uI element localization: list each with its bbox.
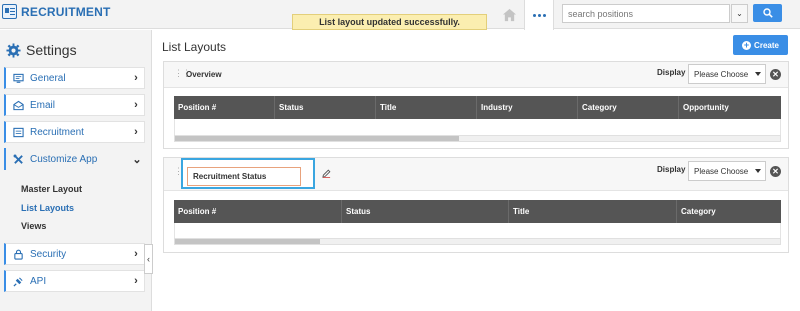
sidebar-item-customize-app[interactable]: Customize App ⌄ [4, 148, 145, 170]
chevron-right-icon: › [134, 248, 138, 260]
panel-header: ⋮⋮ Overview Display Please Choose ✕ [164, 62, 788, 88]
column-header: Opportunity [683, 103, 729, 112]
settings-heading: Settings [6, 42, 77, 58]
sidebar-item-general[interactable]: General › [4, 67, 145, 89]
chevron-right-icon: › [134, 126, 138, 138]
search-icon [762, 8, 773, 18]
table-header: Position # Status Title Category [174, 200, 781, 223]
plus-icon: + [742, 39, 752, 50]
layout-name-editor [181, 158, 331, 189]
display-label: Display [657, 165, 686, 174]
create-button[interactable]: + Create [733, 35, 788, 55]
horizontal-scrollbar[interactable] [174, 135, 781, 142]
remove-icon[interactable]: ✕ [770, 69, 781, 80]
home-icon [502, 8, 516, 21]
sidebar-item-label: General [30, 72, 66, 84]
display-select-value: Please Choose [694, 69, 749, 79]
list-layout-panel-recruitment-status: ⋮⋮ Display Please Choose ✕ Position # St… [163, 157, 789, 253]
column-header: Position # [174, 200, 342, 223]
display-select[interactable]: Please Choose [688, 64, 766, 84]
sidebar: Settings General › Email › Recruitment ›… [0, 30, 152, 311]
display-label: Display [657, 68, 686, 77]
sidebar-item-label: Recruitment [30, 126, 84, 138]
column-header: Position # [174, 96, 275, 119]
envelope-icon [12, 99, 24, 111]
column-header: Status [342, 200, 509, 223]
chevron-down-icon: ⌄ [132, 153, 142, 166]
sidebar-item-label: Customize App [30, 153, 98, 165]
sidebar-item-api[interactable]: API › [4, 270, 145, 292]
panel-name: Overview [186, 70, 222, 79]
caret-down-icon [755, 169, 761, 173]
column-header: Status [275, 96, 376, 119]
settings-title: Settings [26, 42, 77, 58]
column-header: Industry [477, 96, 578, 119]
create-button-label: Create [754, 40, 779, 50]
sidebar-item-label: Security [30, 248, 67, 260]
more-dots-icon [532, 13, 546, 17]
scrollbar-thumb[interactable] [175, 136, 460, 141]
panel-header: ⋮⋮ Display Please Choose ✕ [164, 158, 788, 191]
table-header: Position # Status Title Industry Categor… [174, 96, 781, 119]
chevron-right-icon: › [134, 275, 138, 287]
success-toast: List layout updated successfully. [292, 14, 487, 30]
column-header: Category [578, 96, 679, 119]
home-button[interactable] [494, 0, 524, 29]
sidebar-item-recruitment[interactable]: Recruitment › [4, 121, 145, 143]
lock-icon [12, 248, 24, 260]
column-header: Category [681, 207, 716, 216]
plug-icon [12, 275, 24, 287]
layout-name-input[interactable] [187, 167, 301, 186]
search-filter-dropdown[interactable]: ⌄ [731, 4, 748, 23]
app-title: RECRUITMENT [21, 4, 111, 19]
search-button[interactable] [753, 4, 782, 22]
monitor-icon [12, 72, 24, 84]
sidebar-item-label: API [30, 275, 47, 287]
column-header: Title [376, 96, 477, 119]
sub-item-views[interactable]: Views [21, 221, 46, 231]
remove-icon[interactable]: ✕ [770, 166, 781, 177]
caret-down-icon [755, 72, 761, 76]
list-icon [12, 126, 24, 138]
display-select-value: Please Choose [694, 166, 749, 176]
top-bar: RECRUITMENT List layout updated successf… [0, 0, 800, 30]
app-brand[interactable]: RECRUITMENT [2, 4, 111, 19]
horizontal-scrollbar[interactable] [174, 238, 781, 245]
sidebar-item-email[interactable]: Email › [4, 94, 145, 116]
list-layout-panel-overview: ⋮⋮ Overview Display Please Choose ✕ Posi… [163, 61, 789, 149]
scrollbar-thumb[interactable] [175, 239, 321, 244]
column-header: Title [509, 200, 677, 223]
chevron-down-icon: ⌄ [736, 9, 743, 18]
sidebar-collapse-toggle[interactable]: ‹ [144, 244, 153, 274]
chevron-right-icon: › [134, 99, 138, 111]
sidebar-item-label: Email [30, 99, 56, 111]
page-title: List Layouts [162, 40, 227, 54]
search-input[interactable] [562, 4, 730, 23]
sidebar-item-security[interactable]: Security › [4, 243, 145, 265]
recruitment-app-icon [2, 4, 17, 19]
sub-item-master-layout[interactable]: Master Layout [21, 184, 82, 194]
more-button[interactable] [524, 0, 554, 30]
display-select[interactable]: Please Choose [688, 161, 766, 181]
chevron-right-icon: › [134, 72, 138, 84]
pencil-icon[interactable] [322, 169, 331, 178]
gear-icon [6, 42, 21, 58]
sub-item-list-layouts[interactable]: List Layouts [21, 203, 74, 213]
wrench-icon [12, 153, 24, 165]
